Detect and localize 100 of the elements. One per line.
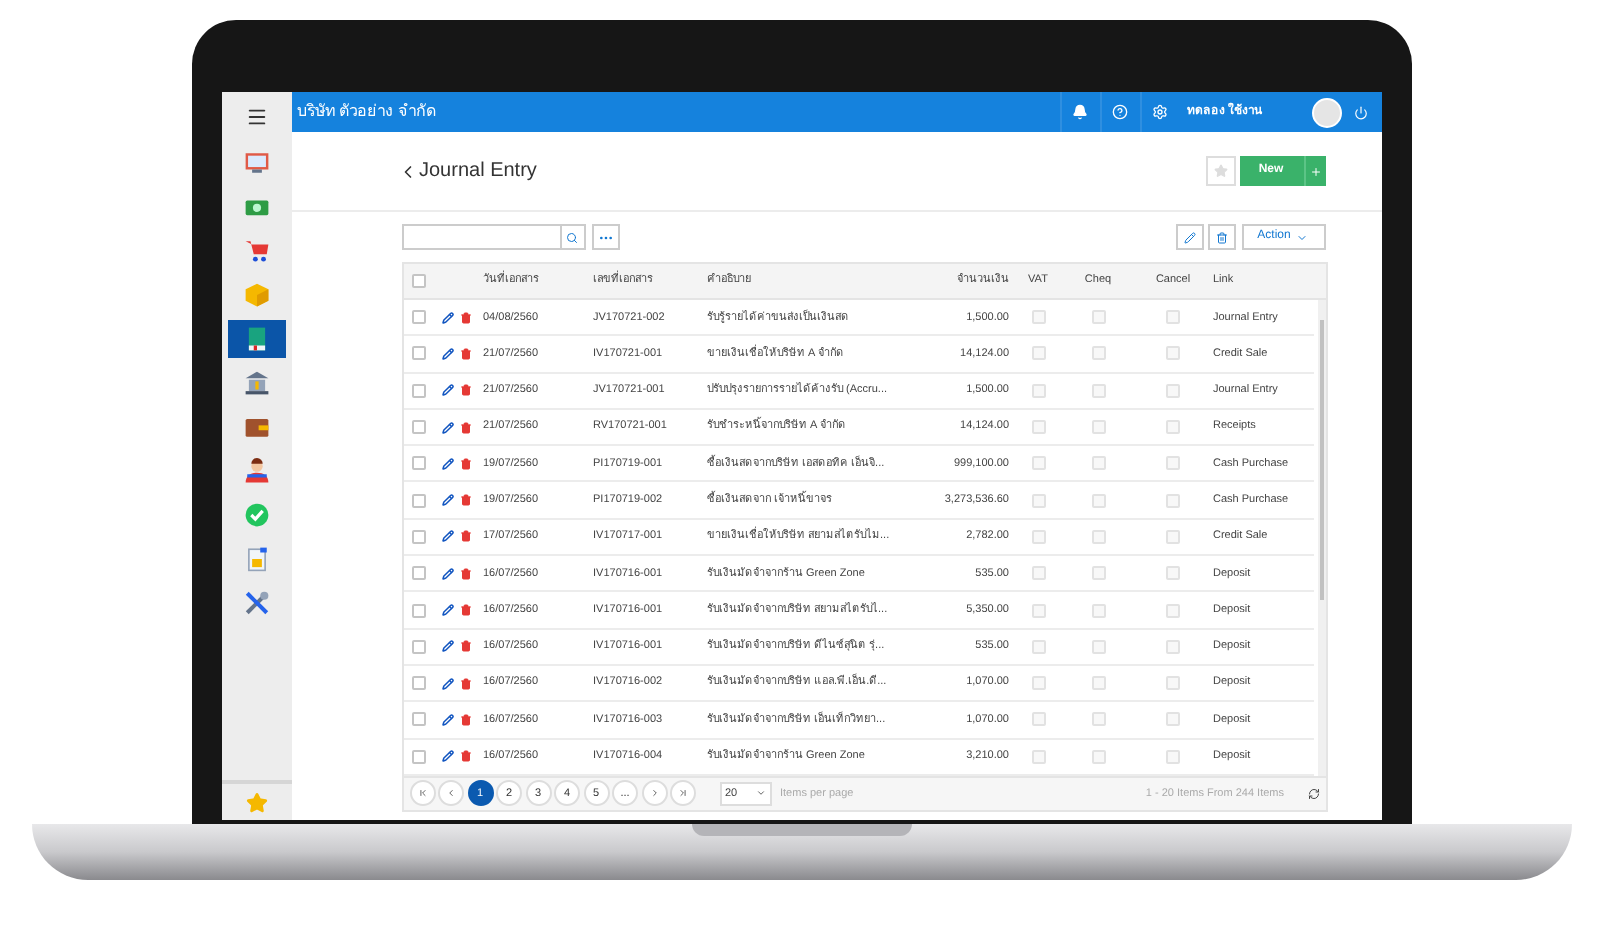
edit-icon[interactable]: [441, 530, 453, 543]
checkbox[interactable]: [1166, 566, 1180, 581]
edit-icon[interactable]: [441, 384, 453, 397]
checkbox[interactable]: [1166, 383, 1180, 398]
trash-icon[interactable]: [459, 347, 471, 360]
checkbox[interactable]: [411, 639, 425, 654]
checkbox[interactable]: [411, 603, 425, 618]
checkbox[interactable]: [1166, 603, 1180, 618]
checkbox[interactable]: [1091, 310, 1105, 325]
previous-page-button[interactable]: [438, 780, 464, 807]
checkbox[interactable]: [1091, 420, 1105, 435]
checkbox[interactable]: [1031, 603, 1045, 618]
sidebar-item[interactable]: [227, 319, 285, 357]
checkbox[interactable]: [411, 383, 425, 398]
checkbox[interactable]: [411, 493, 425, 508]
checkbox[interactable]: [1091, 493, 1105, 508]
checkbox[interactable]: [1091, 566, 1105, 581]
first-page-button[interactable]: [409, 780, 435, 807]
trash-icon[interactable]: [459, 567, 471, 580]
power-icon[interactable]: [1354, 105, 1368, 119]
checkbox[interactable]: [1166, 346, 1180, 361]
checkbox[interactable]: [1031, 712, 1045, 727]
checkbox[interactable]: [411, 346, 425, 361]
star-icon[interactable]: [245, 791, 267, 813]
checkbox[interactable]: [1166, 493, 1180, 508]
checkbox[interactable]: [1091, 639, 1105, 654]
checkbox[interactable]: [1091, 383, 1105, 398]
checkbox[interactable]: [1031, 456, 1045, 471]
trash-icon[interactable]: [459, 384, 471, 397]
checkbox[interactable]: [1031, 749, 1045, 764]
help-icon[interactable]: [1112, 104, 1128, 120]
checkbox[interactable]: [1031, 493, 1045, 508]
trash-icon[interactable]: [459, 750, 471, 763]
checkbox[interactable]: [1091, 456, 1105, 471]
checkbox[interactable]: [411, 712, 425, 727]
refresh-icon[interactable]: [1307, 787, 1319, 800]
edit-icon[interactable]: [441, 457, 453, 470]
edit-icon[interactable]: [441, 750, 453, 763]
settings-icon[interactable]: [1152, 104, 1168, 120]
trash-icon[interactable]: [459, 640, 471, 653]
checkbox[interactable]: [1166, 639, 1180, 654]
checkbox[interactable]: [1091, 529, 1105, 544]
checkbox[interactable]: [1031, 420, 1045, 435]
checkbox[interactable]: [1166, 456, 1180, 471]
edit-icon[interactable]: [441, 494, 453, 507]
checkbox[interactable]: [411, 310, 425, 325]
star-icon: [1213, 164, 1227, 178]
checkbox[interactable]: [1031, 346, 1045, 361]
trash-icon[interactable]: [459, 604, 471, 617]
edit-icon[interactable]: [441, 567, 453, 580]
checkbox[interactable]: [1031, 529, 1045, 544]
edit-icon[interactable]: [441, 713, 453, 726]
notification-icon[interactable]: [1072, 104, 1088, 120]
edit-icon[interactable]: [441, 677, 453, 690]
checkbox[interactable]: [1091, 676, 1105, 691]
edit-icon[interactable]: [441, 421, 453, 434]
checkbox[interactable]: [1166, 676, 1180, 691]
add-button[interactable]: [1303, 156, 1325, 186]
search-button[interactable]: [559, 224, 585, 250]
edit-icon[interactable]: [441, 347, 453, 360]
checkbox[interactable]: [1091, 603, 1105, 618]
checkbox[interactable]: [411, 566, 425, 581]
trash-icon[interactable]: [459, 421, 471, 434]
checkbox[interactable]: [1166, 310, 1180, 325]
checkbox[interactable]: [1091, 712, 1105, 727]
checkbox[interactable]: [411, 420, 425, 435]
checkbox[interactable]: [1031, 676, 1045, 691]
last-page-button[interactable]: [670, 780, 696, 807]
checkbox[interactable]: [1031, 310, 1045, 325]
edit-button[interactable]: [1175, 224, 1203, 250]
edit-icon[interactable]: [441, 640, 453, 653]
avatar-icon[interactable]: [1311, 97, 1341, 127]
checkbox[interactable]: [1091, 749, 1105, 764]
checkbox[interactable]: [411, 676, 425, 691]
scrollbar[interactable]: [1317, 300, 1325, 776]
trash-icon[interactable]: [459, 494, 471, 507]
checkbox[interactable]: [411, 749, 425, 764]
checkbox[interactable]: [411, 529, 425, 544]
edit-icon[interactable]: [441, 311, 453, 324]
checkbox[interactable]: [1166, 749, 1180, 764]
trash-icon[interactable]: [459, 311, 471, 324]
checkbox[interactable]: [411, 274, 425, 288]
search-field[interactable]: [401, 224, 561, 250]
checkbox[interactable]: [1166, 529, 1180, 544]
trash-icon[interactable]: [459, 530, 471, 543]
trash-icon[interactable]: [459, 677, 471, 690]
edit-icon[interactable]: [441, 604, 453, 617]
checkbox[interactable]: [1031, 383, 1045, 398]
checkbox[interactable]: [1166, 712, 1180, 727]
trash-icon[interactable]: [459, 457, 471, 470]
checkbox[interactable]: [411, 456, 425, 471]
checkbox[interactable]: [1091, 346, 1105, 361]
trash-icon[interactable]: [459, 713, 471, 726]
checkbox[interactable]: [1031, 566, 1045, 581]
checkbox[interactable]: [1166, 420, 1180, 435]
checkbox[interactable]: [1031, 639, 1045, 654]
favorite-button[interactable]: [1205, 156, 1235, 186]
next-page-button[interactable]: [641, 780, 667, 807]
delete-button[interactable]: [1207, 224, 1235, 250]
more-button[interactable]: [591, 224, 619, 250]
